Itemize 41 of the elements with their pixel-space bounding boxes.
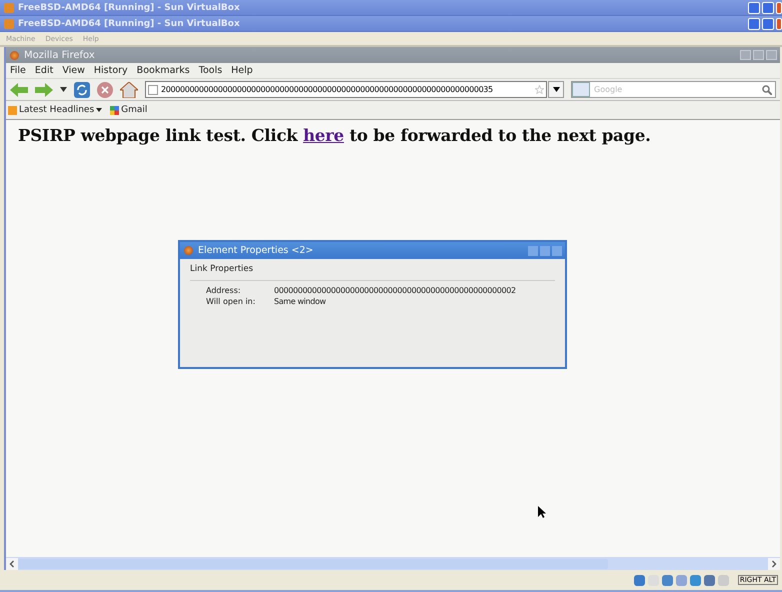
forward-arrow-icon[interactable] (35, 82, 53, 96)
menu-item[interactable]: File (10, 65, 26, 76)
field-value: 000000000000000000000000000000000000000000000000002 (274, 286, 517, 295)
window-title: FreeBSD-AMD64 [Running] - Sun VirtualBox (18, 2, 241, 12)
page-headline: PSIRP webpage link test. Click here to be forwarded to the next page. (18, 126, 652, 145)
field-label: Will open in: (206, 297, 256, 306)
globe-icon (184, 246, 193, 255)
menu-item[interactable]: Bookmarks (136, 65, 190, 76)
scroll-right-icon[interactable] (768, 558, 780, 570)
caret-icon (552, 87, 560, 92)
menu-item[interactable]: Edit (34, 65, 54, 76)
address-field[interactable]: 2000000000000000000000000000000000000000000000000000000000000000000035 (145, 81, 547, 98)
dialog-title: Element Properties <2> (198, 245, 314, 256)
bookmark-item[interactable]: Gmail (110, 105, 148, 115)
menu-item[interactable]: Help (231, 65, 253, 76)
site-icon (148, 84, 158, 94)
home-icon[interactable] (120, 82, 138, 98)
site-icon (110, 106, 120, 114)
field-label: Address: (206, 286, 242, 295)
star-icon[interactable] (535, 85, 546, 94)
window-title: Mozilla Firefox (24, 50, 96, 60)
dropdown-icon[interactable] (60, 87, 67, 92)
back-arrow-icon[interactable] (10, 82, 28, 96)
field-value: Same window (274, 297, 327, 306)
menu-item[interactable]: History (94, 65, 128, 76)
stop-icon[interactable] (97, 82, 113, 98)
reload-icon[interactable] (74, 82, 90, 98)
menu-item[interactable]: View (62, 65, 85, 76)
link[interactable]: here (303, 126, 344, 145)
menu-item[interactable]: Tools (198, 65, 222, 76)
horizontal-scrollbar[interactable] (6, 557, 780, 570)
search-icon[interactable] (762, 84, 772, 94)
dropdown-button[interactable] (548, 81, 564, 98)
mouse-pointer-icon (538, 506, 546, 518)
caret-icon (96, 108, 102, 112)
globe-icon (10, 50, 19, 60)
bookmark-item[interactable]: Latest Headlines (8, 105, 102, 115)
window-title: FreeBSD-AMD64 [Running] - Sun VirtualBox (18, 18, 241, 28)
feed-icon (8, 106, 17, 114)
scroll-left-icon[interactable] (6, 558, 18, 570)
section-heading: Link Properties (190, 264, 555, 281)
